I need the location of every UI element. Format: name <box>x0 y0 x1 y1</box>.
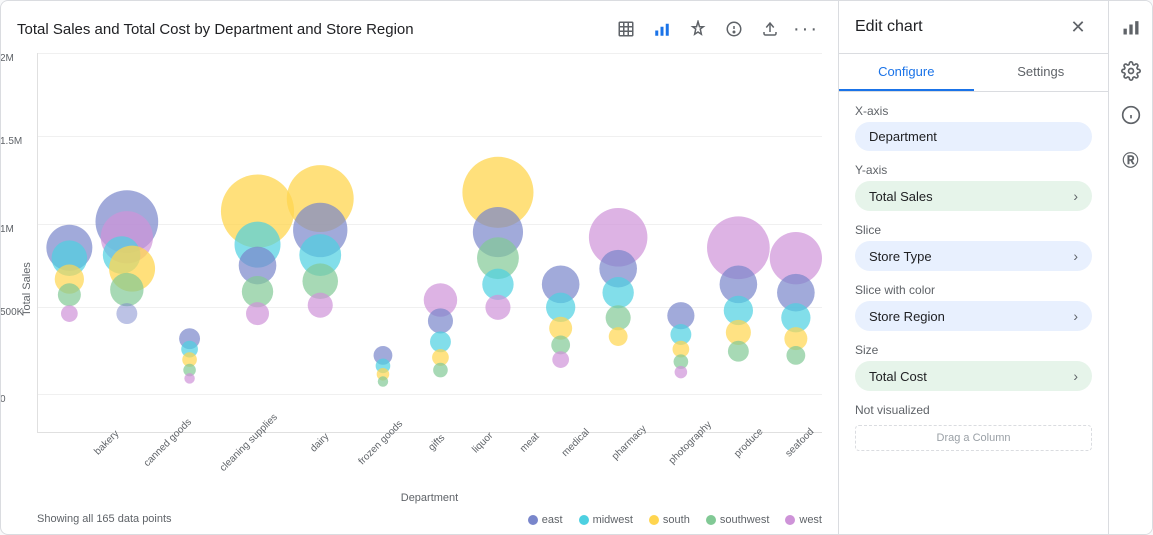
x-axis-field-value[interactable]: Department <box>855 122 1092 151</box>
slice-color-value-text: Store Region <box>869 309 945 324</box>
side-icons-panel: Ⓡ <box>1108 1 1152 534</box>
r-logo-side-button[interactable]: Ⓡ <box>1113 141 1149 177</box>
panel-body: X-axis Department Y-axis Total Sales › S… <box>839 92 1108 534</box>
legend-dot-southwest <box>706 515 716 525</box>
close-panel-button[interactable]: ✕ <box>1064 13 1092 41</box>
legend-dot-midwest <box>579 515 589 525</box>
size-value-text: Total Cost <box>869 369 927 384</box>
y-axis-label: Total Sales <box>17 53 37 526</box>
legend-dot-east <box>528 515 538 525</box>
info-side-button[interactable] <box>1113 97 1149 133</box>
drag-column-hint: Drag a Column <box>855 425 1092 451</box>
tab-settings[interactable]: Settings <box>974 54 1109 91</box>
chart-title: Total Sales and Total Cost by Department… <box>17 21 414 38</box>
legend-midwest: midwest <box>579 514 633 526</box>
pin-button[interactable] <box>682 13 714 45</box>
not-visualized-label: Not visualized <box>855 403 1092 417</box>
x-axis-section: X-axis Department <box>855 104 1092 151</box>
data-note: Showing all 165 data points <box>37 513 172 525</box>
size-field-value[interactable]: Total Cost › <box>855 361 1092 391</box>
tab-configure[interactable]: Configure <box>839 54 974 91</box>
legend-east: east <box>528 514 563 526</box>
y-axis-field-value[interactable]: Total Sales › <box>855 181 1092 211</box>
insights-button[interactable] <box>718 13 750 45</box>
chart-content: 2M 1.5M 1M 500K 0 <box>37 53 822 526</box>
x-axis-value-text: Department <box>869 129 937 144</box>
legend-label-west: west <box>799 514 822 526</box>
more-options-button[interactable]: ··· <box>790 13 822 45</box>
legend-south: south <box>649 514 690 526</box>
settings-side-button[interactable] <box>1113 53 1149 89</box>
slice-color-section: Slice with color Store Region › <box>855 283 1092 331</box>
legend-label-midwest: midwest <box>593 514 633 526</box>
slice-field-label: Slice <box>855 223 1092 237</box>
y-axis-section: Y-axis Total Sales › <box>855 163 1092 211</box>
y-label-1m: 1M <box>0 224 14 235</box>
legend-label-southwest: southwest <box>720 514 770 526</box>
chart-header: Total Sales and Total Cost by Department… <box>17 13 822 45</box>
bar-chart-side-button[interactable] <box>1113 9 1149 45</box>
legend-label-south: south <box>663 514 690 526</box>
bubble-chart: 2M 1.5M 1M 500K 0 <box>37 53 822 433</box>
x-axis-title: Department <box>401 492 458 504</box>
size-field-label: Size <box>855 343 1092 357</box>
y-label-500k: 500K <box>0 307 23 318</box>
legend-west: west <box>785 514 822 526</box>
x-axis-field-label: X-axis <box>855 104 1092 118</box>
slice-color-field-value[interactable]: Store Region › <box>855 301 1092 331</box>
y-label-2m: 2M <box>0 53 14 64</box>
legend-southwest: southwest <box>706 514 770 526</box>
panel-tabs: Configure Settings <box>839 54 1108 92</box>
legend-label-east: east <box>542 514 563 526</box>
size-chevron-icon: › <box>1073 368 1078 384</box>
legend-dot-west <box>785 515 795 525</box>
slice-chevron-icon: › <box>1073 248 1078 264</box>
y-label-1-5m: 1.5M <box>0 136 22 147</box>
panel-title: Edit chart <box>855 18 923 36</box>
y-label-0: 0 <box>0 394 6 405</box>
slice-color-field-label: Slice with color <box>855 283 1092 297</box>
chart-area: Total Sales and Total Cost by Department… <box>1 1 838 534</box>
panel-header: Edit chart ✕ <box>839 1 1108 54</box>
bottom-section: bakery canned goods cleaning supplies da… <box>37 435 822 526</box>
y-axis-value-text: Total Sales <box>869 189 933 204</box>
chart-body: Total Sales 2M 1.5M 1M 500K 0 <box>17 53 822 526</box>
y-axis-field-label: Y-axis <box>855 163 1092 177</box>
bubble-chart-svg <box>38 53 822 432</box>
slice-field-value[interactable]: Store Type › <box>855 241 1092 271</box>
y-axis-chevron-icon: › <box>1073 188 1078 204</box>
slice-color-chevron-icon: › <box>1073 308 1078 324</box>
slice-section: Slice Store Type › <box>855 223 1092 271</box>
legend: east midwest south <box>528 514 822 526</box>
chart-view-button[interactable] <box>646 13 678 45</box>
export-button[interactable] <box>754 13 786 45</box>
toolbar: ··· <box>610 13 822 45</box>
table-view-button[interactable] <box>610 13 642 45</box>
edit-panel: Edit chart ✕ Configure Settings X-axis D… <box>838 1 1108 534</box>
legend-dot-south <box>649 515 659 525</box>
not-visualized-section: Not visualized Drag a Column <box>855 403 1092 451</box>
slice-value-text: Store Type <box>869 249 932 264</box>
size-section: Size Total Cost › <box>855 343 1092 391</box>
